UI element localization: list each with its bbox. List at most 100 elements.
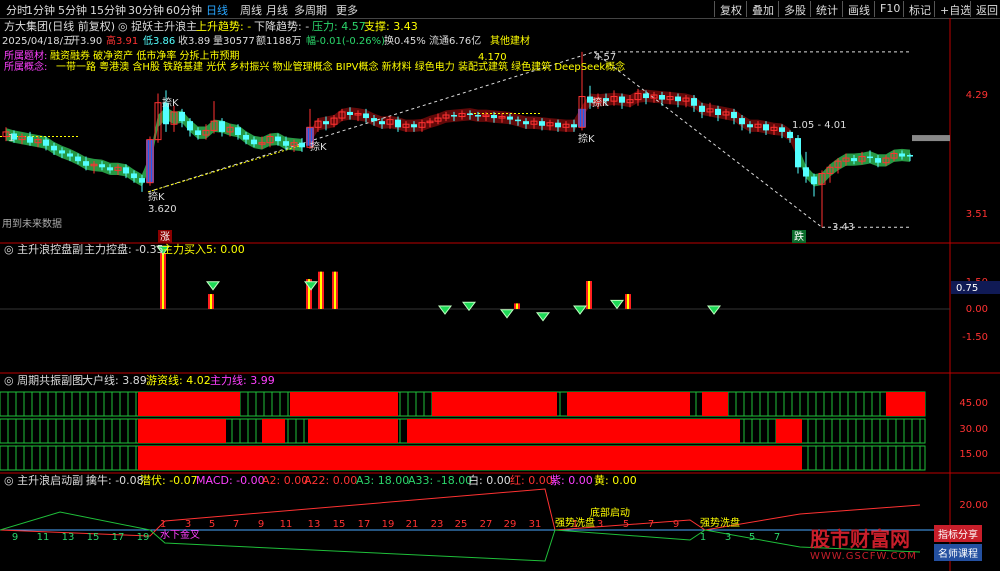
sub2-row-45-red-5 bbox=[886, 392, 925, 416]
current-price-box bbox=[951, 149, 1000, 161]
flag-k-4: 捺K bbox=[578, 132, 595, 145]
candle-body bbox=[139, 178, 145, 183]
sub2-row-45-red-1 bbox=[290, 392, 398, 416]
sub3-num-c-2: 5 bbox=[623, 519, 629, 530]
candle-body bbox=[747, 124, 753, 128]
candle-body bbox=[523, 121, 529, 125]
candle-body bbox=[507, 116, 513, 120]
sub3-num-b-14: 29 bbox=[504, 519, 517, 530]
price-axis-label-0: 4.29 bbox=[966, 90, 988, 101]
quote-date: 2025/04/18/五 bbox=[2, 36, 73, 47]
flag-k-3: 捺K bbox=[592, 96, 609, 109]
candle-body bbox=[643, 93, 649, 99]
candle-body bbox=[27, 136, 33, 143]
sub3-v11: 黄: 0.00 bbox=[594, 473, 637, 487]
candle-body bbox=[539, 121, 545, 126]
sub2-row-30-red-4 bbox=[776, 419, 802, 443]
sub3-v2: 潜伏: -0.07 bbox=[140, 473, 198, 487]
candle-body bbox=[299, 142, 305, 148]
sub3-label-zone3: 底部启动 bbox=[590, 506, 630, 519]
candle-body bbox=[491, 115, 497, 119]
main-title: 方大集团(日线 前复权) bbox=[4, 19, 115, 33]
watermark-tag-share[interactable]: 指标分享 bbox=[934, 525, 982, 542]
sub1-v2: 主力买入5: 0.00 bbox=[162, 243, 245, 256]
sub3-num-b-2: 5 bbox=[209, 519, 215, 530]
trend-band-1 bbox=[310, 89, 798, 159]
candle-body bbox=[195, 130, 201, 135]
sub1-bar-3 bbox=[318, 271, 324, 309]
candle-body bbox=[739, 118, 745, 125]
concept-label-1: 所属题材: bbox=[4, 49, 47, 62]
sub2-row-30-red-0 bbox=[138, 419, 226, 443]
sub1-bar-6 bbox=[586, 281, 592, 309]
candle-body bbox=[75, 156, 81, 162]
sub1-gem-7 bbox=[573, 305, 587, 315]
sub1-bar-yellow bbox=[320, 271, 322, 309]
quote-high: 高3.91 bbox=[106, 34, 138, 47]
sub1-gem-6 bbox=[536, 312, 550, 322]
candle-body bbox=[571, 124, 577, 128]
sub2-row-30-red-1 bbox=[262, 419, 285, 443]
sub3-num-b-3: 7 bbox=[233, 519, 239, 530]
sub3-num-a-2: 13 bbox=[62, 532, 75, 543]
sub1-bar-5 bbox=[514, 303, 520, 309]
candle-body bbox=[51, 145, 57, 151]
candle-body bbox=[467, 113, 473, 115]
sub1-gem-1 bbox=[206, 281, 220, 291]
sub1-gem-9 bbox=[707, 305, 721, 315]
candle-body bbox=[907, 155, 913, 157]
watermark-tag-course[interactable]: 名师课程 bbox=[934, 544, 982, 561]
candle-body bbox=[659, 95, 665, 100]
sub3-num-b-4: 9 bbox=[258, 519, 264, 530]
candle-body bbox=[691, 98, 697, 106]
sub3-v4: A2: 0.00 bbox=[262, 474, 308, 487]
sub1-axis-2: 0.00 bbox=[966, 304, 988, 315]
sub3-num-b-15: 31 bbox=[529, 519, 542, 530]
candle bbox=[795, 135, 801, 174]
candle-body bbox=[899, 153, 905, 157]
candle-body bbox=[475, 115, 481, 117]
sub3-num-c-1: 3 bbox=[597, 519, 603, 530]
candle-body bbox=[363, 113, 369, 119]
sub3-title: ◎ 主升浪启动副 bbox=[4, 473, 83, 487]
rise-badge: 涨 bbox=[160, 231, 170, 243]
sub2-row-45-red-4 bbox=[702, 392, 728, 416]
marker-one: 1 bbox=[8, 133, 14, 144]
candle-body bbox=[251, 139, 257, 145]
candle-body bbox=[411, 124, 417, 128]
candle-body bbox=[347, 111, 353, 115]
sub2-row-45-red-2 bbox=[432, 392, 557, 416]
trend-up: 上升趋势: - bbox=[196, 20, 251, 33]
support-line bbox=[147, 145, 301, 193]
sub1-bar-yellow bbox=[516, 303, 518, 309]
note-low2: 3.43 bbox=[832, 222, 854, 233]
quote-turnover: 换0.45% 流通6.76亿 bbox=[384, 34, 481, 47]
quote-open: 开3.90 bbox=[70, 36, 102, 47]
candle-body bbox=[451, 115, 457, 117]
candle-body bbox=[59, 150, 65, 154]
candle-body bbox=[811, 176, 817, 185]
sub3-v5: A22: 0.00 bbox=[304, 474, 357, 487]
sub3-num-b-1: 3 bbox=[185, 519, 191, 530]
sub1-gem-8 bbox=[610, 299, 624, 310]
candle-body bbox=[379, 121, 385, 125]
sub3-num-b-5: 11 bbox=[280, 519, 293, 530]
sub3-num-b-6: 13 bbox=[308, 519, 321, 530]
candle-body bbox=[675, 96, 681, 102]
sub3-num-a-1: 11 bbox=[37, 532, 50, 543]
quote-amount: 额1188万 bbox=[256, 34, 301, 47]
sub3-num-a-3: 15 bbox=[87, 532, 100, 543]
sub3-v-title: 擒牛: -0.08 bbox=[86, 473, 144, 487]
sub1-bar-7 bbox=[625, 294, 631, 309]
watermark: 股市财富网 WWW.GSCFW.COM 指标分享 名师课程 bbox=[800, 515, 1000, 571]
sub2-axis-2: 15.00 bbox=[959, 449, 988, 460]
sub3-num-a-4: 17 bbox=[112, 532, 125, 543]
quote-sector: 其他建材 bbox=[490, 34, 530, 47]
sub3-v8: 白: 0.00 bbox=[468, 473, 511, 487]
sub3-num-d-1: 3 bbox=[725, 532, 731, 543]
fall-badge: 跌 bbox=[794, 230, 804, 243]
sub3-num-d-3: 7 bbox=[774, 532, 780, 543]
sub2-v1: 大户线: 3.89 bbox=[82, 373, 147, 387]
sub2-row-45 bbox=[0, 391, 926, 417]
sub1-gem-3 bbox=[438, 305, 452, 315]
